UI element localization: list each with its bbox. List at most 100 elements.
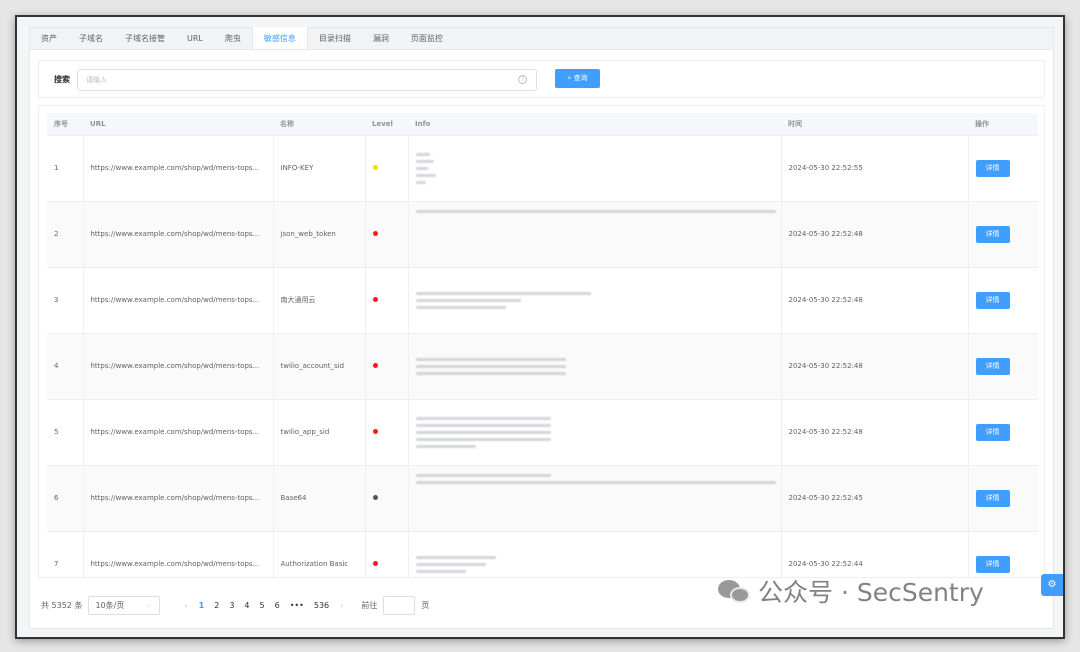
level-dot [372,363,378,368]
watermark-text: 公众号 · SecSentry [758,578,984,607]
page-3[interactable]: 3 [229,601,234,610]
col-actions: 操作 [968,113,1038,136]
more-pages-ellipsis[interactable]: ••• [290,601,304,610]
cell-action: 详情 [968,135,1038,202]
level-dot [372,561,378,566]
tab-subdomain-takeover[interactable]: 子域名接管 [114,28,176,49]
query-button-label: 查询 [573,74,588,82]
cell-level [365,399,409,466]
cell-level [365,531,409,577]
page-6[interactable]: 6 [275,601,280,610]
cell-index: 5 [47,399,84,466]
cell-time: 2024-05-30 22:52:48 [781,201,969,268]
help-circle-icon[interactable]: ? [518,75,527,84]
cell-index: 7 [47,531,84,577]
table-row: 7 https://www.example.com/shop/wd/mens-t… [47,531,1038,577]
page-size-select[interactable]: 10条/页 ⌵ [88,595,161,615]
table-header-row: 序号 URL 名称 Level Info 时间 操作 [47,113,1038,136]
detail-button[interactable]: 详情 [975,555,1010,573]
level-dot [372,165,378,170]
col-level[interactable]: Level [365,113,408,136]
cell-url: https://www.example.com/shop/wd/mens-top… [83,201,274,268]
detail-button[interactable]: 详情 [975,291,1010,309]
level-dot [372,297,378,302]
table-row: 5 https://www.example.com/shop/wd/mens-t… [47,399,1038,466]
search-input[interactable] [78,70,498,90]
wechat-logo-icon [718,578,752,604]
level-dot [372,495,378,500]
search-icon: ⌕ [567,74,572,82]
tab-url[interactable]: URL [176,28,214,49]
tab-page-monitor[interactable]: 页面监控 [400,28,454,49]
cell-action: 详情 [968,465,1038,532]
tab-dir-scan[interactable]: 目录扫描 [308,28,362,49]
cell-info-redacted [408,333,782,400]
next-page-icon[interactable]: › [340,601,343,610]
cell-action: 详情 [968,531,1038,577]
tab-subdomains[interactable]: 子域名 [68,28,114,49]
col-time[interactable]: 时间 [781,113,968,136]
col-index[interactable]: 序号 [47,113,83,136]
page-5[interactable]: 5 [260,601,265,610]
cell-name: Authorization Basic [273,531,366,577]
cell-level [365,333,409,400]
page-2[interactable]: 2 [214,601,219,610]
detail-button[interactable]: 详情 [975,225,1010,243]
cell-info-redacted [408,267,782,334]
page-1[interactable]: 1 [199,601,205,610]
cell-action: 详情 [968,201,1038,268]
cell-url: https://www.example.com/shop/wd/mens-top… [83,267,274,334]
tab-assets[interactable]: 资产 [30,28,68,49]
level-dot [372,429,378,434]
cell-action: 详情 [968,267,1038,334]
search-label: 搜索 [54,75,70,84]
watermark: 公众号 · SecSentry [718,576,984,607]
page-size-value: 10条/页 [95,600,125,610]
tab-crawler[interactable]: 爬虫 [214,28,252,49]
page-4[interactable]: 4 [244,601,249,610]
goto-page-input[interactable] [383,595,416,615]
cell-time: 2024-05-30 22:52:48 [781,267,969,334]
cell-level [365,135,409,202]
detail-button[interactable]: 详情 [975,489,1010,507]
cell-info-redacted [408,465,782,532]
tab-bar: 资产 子域名 子域名接管 URL 爬虫 敏感信息 目录扫描 漏洞 页面监控 [29,27,1054,49]
chevron-down-icon: ⌵ [146,600,152,609]
cell-info-redacted [408,399,782,466]
settings-gear-icon[interactable]: ⚙ [1041,574,1063,596]
tab-vulnerabilities[interactable]: 漏洞 [362,28,400,49]
detail-button[interactable]: 详情 [975,423,1010,441]
col-url[interactable]: URL [83,113,273,136]
cell-name: twilio_app_sid [273,399,366,466]
col-info[interactable]: Info [408,113,781,136]
cell-url: https://www.example.com/shop/wd/mens-top… [83,333,274,400]
cell-url: https://www.example.com/shop/wd/mens-top… [83,531,274,577]
cell-name: INFO-KEY [273,135,366,202]
page-last[interactable]: 536 [314,601,329,610]
cell-name: 南大通用云 [273,267,366,334]
tab-sensitive-info[interactable]: 敏感信息 [251,27,308,49]
cell-time: 2024-05-30 22:52:48 [781,333,969,400]
cell-level [365,465,409,532]
cell-level [365,201,409,268]
cell-time: 2024-05-30 22:52:55 [781,135,969,202]
goto-label: 前往 [361,600,378,610]
cell-action: 详情 [968,399,1038,466]
cell-index: 6 [47,465,84,532]
cell-url: https://www.example.com/shop/wd/mens-top… [83,465,274,532]
prev-page-icon[interactable]: ‹ [184,601,187,610]
total-count: 共 5352 条 [41,600,83,610]
cell-name: Base64 [273,465,366,532]
detail-button[interactable]: 详情 [975,159,1010,177]
cell-time: 2024-05-30 22:52:45 [781,465,969,532]
detail-button[interactable]: 详情 [975,357,1010,375]
app-window: 资产 子域名 子域名接管 URL 爬虫 敏感信息 目录扫描 漏洞 页面监控 搜索… [15,15,1065,639]
query-button[interactable]: ⌕ 查询 [555,69,600,88]
table-row: 4 https://www.example.com/shop/wd/mens-t… [47,333,1038,400]
cell-time: 2024-05-30 22:52:48 [781,399,969,466]
table-row: 6 https://www.example.com/shop/wd/mens-t… [47,465,1038,532]
col-name[interactable]: 名称 [273,113,365,136]
level-dot [372,231,378,236]
cell-time: 2024-05-30 22:52:44 [781,531,969,577]
results-table: 序号 URL 名称 Level Info 时间 操作 1 https://www… [47,113,1038,577]
